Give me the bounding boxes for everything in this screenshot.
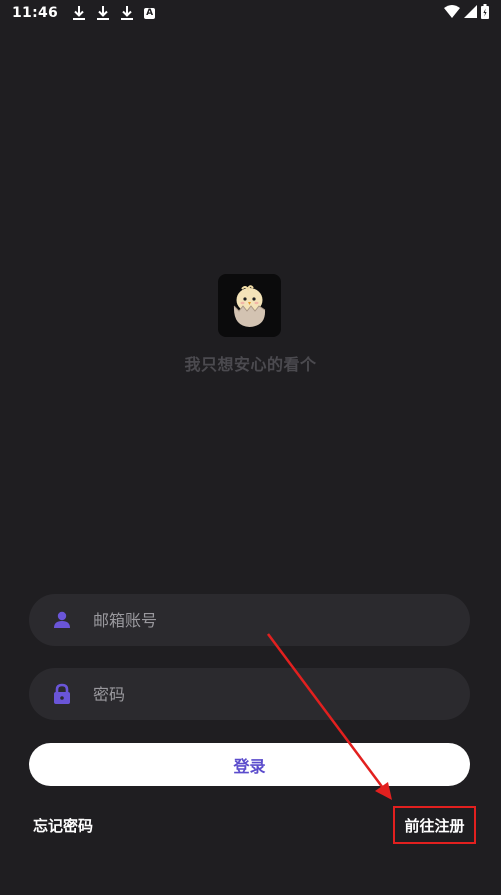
password-input[interactable] [93,684,413,704]
a-badge-icon: A [144,7,156,19]
download-icon [73,6,86,20]
wifi-icon [444,4,460,18]
password-field[interactable] [29,668,470,720]
email-field[interactable] [29,594,470,646]
login-button[interactable]: 登录 [29,743,470,786]
hatching-chick-icon [233,285,266,327]
lock-icon [51,683,73,705]
app-logo [218,274,281,337]
status-bar: 11:46 A [0,0,501,26]
battery-icon [481,4,489,19]
forgot-password-link[interactable]: 忘记密码 [33,815,93,836]
system-icons [444,4,489,19]
notification-icons: A [72,5,156,21]
register-link-label: 前往注册 [404,816,465,835]
signal-icon [464,5,477,18]
email-input[interactable] [93,610,413,630]
app-slogan: 我只想安心的看个 [184,355,317,374]
user-icon [51,609,73,631]
download-icon [97,6,110,20]
status-time: 11:46 [12,5,59,21]
register-link[interactable]: 前往注册 [393,806,476,844]
download-icon [121,6,134,20]
